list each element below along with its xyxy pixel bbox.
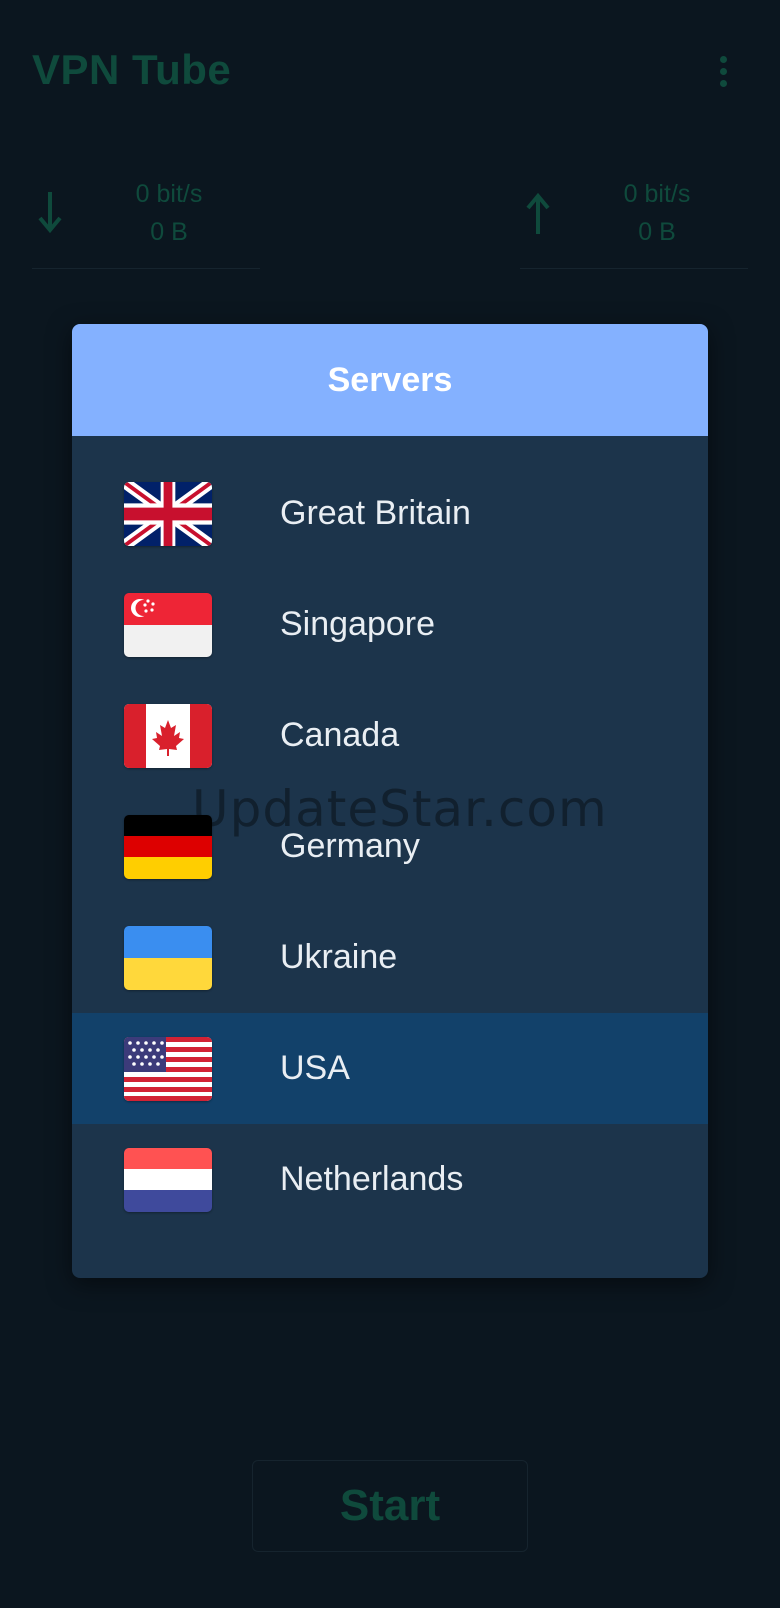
server-name: Netherlands xyxy=(280,1160,464,1198)
app-title: VPN Tube xyxy=(32,46,232,93)
download-rate: 0 bit/s xyxy=(135,180,203,208)
server-name: Germany xyxy=(280,827,420,865)
start-button[interactable]: Start xyxy=(252,1460,528,1552)
flag-us-icon xyxy=(124,1037,212,1101)
upload-rate: 0 bit/s xyxy=(623,180,691,208)
server-list: Great Britain Singapore Canada Germany U… xyxy=(72,458,708,1235)
flag-gb-icon xyxy=(124,482,212,546)
flag-nl-icon xyxy=(124,1148,212,1212)
upload-stat: 0 bit/s 0 B xyxy=(520,168,748,269)
upload-bytes: 0 B xyxy=(638,218,676,246)
server-item-great-britain[interactable]: Great Britain xyxy=(72,458,708,569)
dialog-title: Servers xyxy=(327,360,453,399)
server-name: Ukraine xyxy=(280,938,398,976)
arrow-down-icon xyxy=(36,188,64,238)
server-name: USA xyxy=(280,1049,350,1087)
server-item-ukraine[interactable]: Ukraine xyxy=(72,902,708,1013)
flag-sg-icon xyxy=(124,593,212,657)
server-item-singapore[interactable]: Singapore xyxy=(72,569,708,680)
server-item-canada[interactable]: Canada xyxy=(72,680,708,791)
flag-ca-icon xyxy=(124,704,212,768)
servers-dialog: Servers Great Britain Singapore Canada G… xyxy=(72,324,708,1278)
arrow-up-icon xyxy=(524,188,552,238)
download-bytes: 0 B xyxy=(150,218,188,246)
dialog-header: Servers xyxy=(72,324,708,436)
server-item-germany[interactable]: Germany xyxy=(72,791,708,902)
server-name: Canada xyxy=(280,716,400,754)
flag-de-icon xyxy=(124,815,212,879)
flag-ua-icon xyxy=(124,926,212,990)
server-item-netherlands[interactable]: Netherlands xyxy=(72,1124,708,1235)
server-item-usa[interactable]: USA xyxy=(72,1013,708,1124)
server-name: Great Britain xyxy=(280,494,471,532)
download-stat: 0 bit/s 0 B xyxy=(32,168,260,269)
more-vert-icon[interactable] xyxy=(702,52,742,92)
server-name: Singapore xyxy=(280,605,436,643)
